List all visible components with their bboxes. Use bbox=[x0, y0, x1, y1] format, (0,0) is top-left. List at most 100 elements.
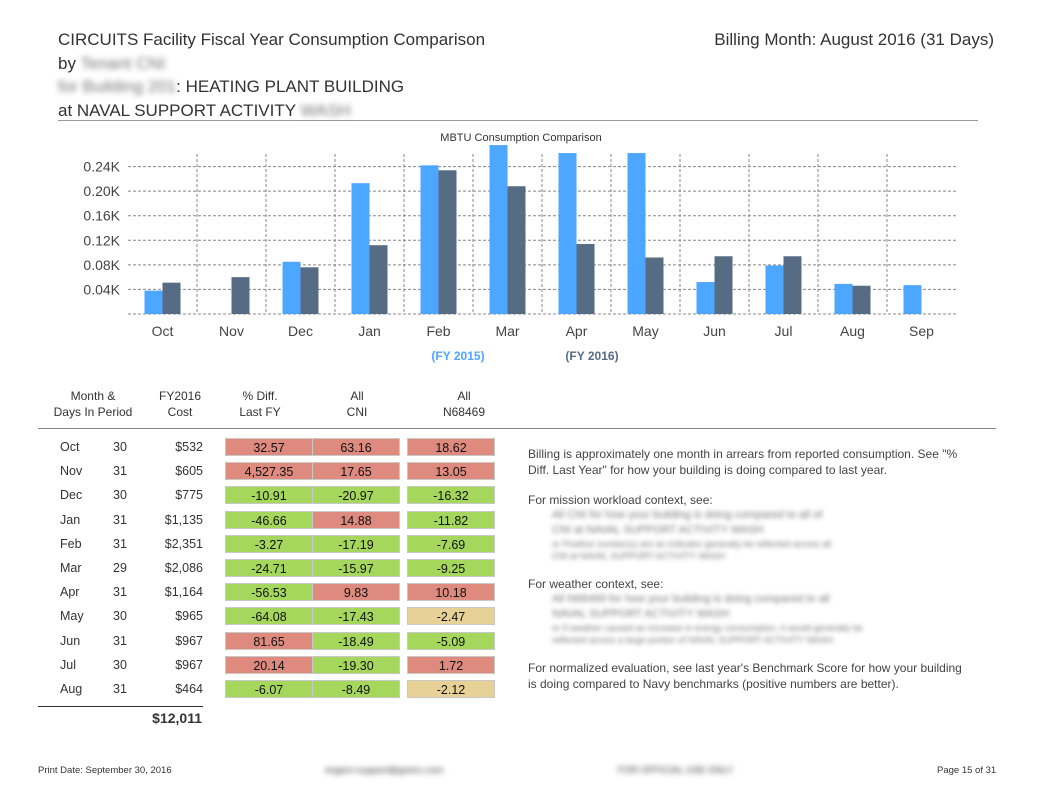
row-n68469-cell: -7.69 bbox=[407, 534, 495, 553]
bar-fy2015 bbox=[903, 285, 922, 314]
table-row: Mar 29 $2,086 -24.71 -15.97 -9.25 bbox=[38, 556, 508, 580]
row-cni-cell: -20.97 bbox=[312, 486, 400, 505]
column-header-n68469-line1: All bbox=[457, 389, 471, 403]
activity-code: WASH bbox=[300, 100, 351, 120]
activity-name: at NAVAL SUPPORT ACTIVITY bbox=[58, 100, 296, 120]
row-diff-cell: -24.71 bbox=[225, 558, 313, 577]
by-label: by bbox=[58, 53, 76, 73]
row-cni-cell: 14.88 bbox=[312, 510, 400, 529]
row-cost: $2,351 bbox=[164, 536, 203, 551]
row-days: 30 bbox=[113, 657, 127, 672]
bar-fy2015 bbox=[834, 283, 853, 314]
bar-fy2016 bbox=[231, 277, 250, 314]
x-tick-label: Dec bbox=[288, 323, 313, 339]
row-diff-cell: 4,527.35 bbox=[225, 462, 313, 481]
classification-marking: FOR OFFICIAL USE ONLY bbox=[618, 765, 734, 776]
row-diff-cell: -6.07 bbox=[225, 679, 313, 698]
bar-fy2016 bbox=[576, 243, 595, 314]
column-header-month-line1: Month & bbox=[70, 389, 116, 403]
x-tick-label: Nov bbox=[219, 323, 244, 339]
row-cost: $1,135 bbox=[164, 512, 203, 527]
column-header-cni: All CNI bbox=[322, 388, 392, 420]
bar-fy2015 bbox=[558, 153, 577, 314]
x-tick-label: Jun bbox=[703, 323, 726, 339]
row-cni-cell: 63.16 bbox=[312, 438, 400, 456]
column-header-cni-line1: All bbox=[350, 389, 364, 403]
support-email: esgem-support@gsimc.com bbox=[325, 765, 444, 776]
row-cost: $967 bbox=[175, 657, 203, 672]
x-tick-label: Mar bbox=[495, 323, 519, 339]
row-cost: $1,164 bbox=[164, 585, 203, 600]
y-tick-label: 0.24K bbox=[83, 159, 120, 175]
row-n68469-cell: -16.32 bbox=[407, 486, 495, 505]
x-tick-label: Sep bbox=[909, 323, 934, 339]
row-diff-cell: 32.57 bbox=[225, 438, 313, 456]
row-month: Nov bbox=[60, 464, 83, 479]
bar-fy2016 bbox=[645, 257, 664, 314]
row-cni-cell: -15.97 bbox=[312, 558, 400, 577]
bar-fy2016 bbox=[369, 245, 388, 314]
row-days: 31 bbox=[113, 633, 127, 648]
column-header-diff-line2: Last FY bbox=[239, 405, 281, 419]
y-tick-label: 0.04K bbox=[83, 281, 120, 297]
row-cni-cell: -17.43 bbox=[312, 607, 400, 626]
row-month: Jan bbox=[60, 512, 81, 527]
table-row: Jan 31 $1,135 -46.66 14.88 -11.82 bbox=[38, 508, 508, 532]
row-month: Apr bbox=[60, 585, 80, 600]
row-days: 31 bbox=[113, 585, 127, 600]
total-divider bbox=[38, 706, 203, 707]
row-n68469-cell: 10.18 bbox=[407, 583, 495, 602]
bar-fy2015 bbox=[420, 165, 439, 314]
x-tick-label: Apr bbox=[566, 323, 588, 339]
row-month: May bbox=[60, 609, 84, 624]
table-row: Aug 31 $464 -6.07 -8.49 -2.12 bbox=[38, 677, 508, 701]
row-cost: $775 bbox=[175, 488, 203, 503]
note-weather: For weather context, see: All N68469 for… bbox=[528, 576, 968, 646]
bar-fy2016 bbox=[783, 256, 802, 314]
column-header-n68469-line2: N68469 bbox=[442, 405, 486, 419]
table-row: Jun 31 $967 81.65 -18.49 -5.09 bbox=[38, 629, 508, 653]
note-billing: Billing is approximately one month in ar… bbox=[528, 447, 958, 477]
print-date: Print Date: September 30, 2016 bbox=[38, 765, 172, 776]
row-n68469-cell: -5.09 bbox=[407, 631, 495, 650]
row-days: 30 bbox=[113, 440, 127, 454]
column-header-diff: % Diff. Last FY bbox=[225, 388, 295, 420]
row-days: 30 bbox=[113, 488, 127, 503]
y-tick-label: 0.12K bbox=[83, 232, 120, 248]
bar-fy2016 bbox=[714, 256, 733, 314]
row-diff-cell: -46.66 bbox=[225, 510, 313, 529]
row-n68469-cell: 1.72 bbox=[407, 655, 495, 674]
note-normalized: For normalized evaluation, see last year… bbox=[528, 661, 962, 691]
note-weather-heading: For weather context, see: bbox=[528, 577, 664, 591]
note-weather-line4: reflected across a large portion of NAVA… bbox=[552, 635, 834, 645]
row-diff-cell: -64.08 bbox=[225, 607, 313, 626]
bar-fy2015 bbox=[765, 265, 784, 314]
row-month: Aug bbox=[60, 681, 83, 696]
comparison-table: Oct 30 $532 32.57 63.16 18.62 Nov 31 $605 4,527.3… bbox=[38, 435, 508, 701]
chart-title: MBTU Consumption Comparison bbox=[440, 132, 601, 144]
x-tick-label: Feb bbox=[426, 323, 450, 339]
note-mission-line2: CNI at NAVAL SUPPORT ACTIVITY WASH bbox=[552, 524, 764, 536]
consumption-chart-svg: MBTU Consumption Comparison 0.04K 0.08K 0.1… bbox=[83, 132, 956, 363]
bar-fy2016 bbox=[438, 170, 457, 314]
building-line: for Building 201: HEATING PLANT BUILDING bbox=[58, 75, 998, 99]
row-days: 31 bbox=[113, 681, 127, 696]
column-header-cost-line2: Cost bbox=[167, 405, 193, 419]
note-mission-line4: CNI at NAVAL SUPPORT ACTIVITY WASH bbox=[552, 551, 726, 561]
building-name: : HEATING PLANT BUILDING bbox=[176, 77, 405, 96]
note-mission-line1: All CNI for how your building is doing c… bbox=[552, 509, 823, 521]
page-number: Page 15 of 31 bbox=[937, 765, 997, 776]
note-mission: For mission workload context, see: All C… bbox=[528, 492, 968, 562]
table-row: Feb 31 $2,351 -3.27 -17.19 -7.69 bbox=[38, 532, 508, 556]
column-header-month: Month & Days In Period bbox=[48, 388, 138, 420]
row-cost: $965 bbox=[175, 609, 203, 624]
bar-fy2016 bbox=[852, 285, 871, 314]
row-cost: $464 bbox=[175, 681, 203, 696]
explanatory-notes: Billing is approximately one month in ar… bbox=[528, 446, 968, 706]
column-header-cni-line2: CNI bbox=[346, 405, 368, 419]
x-tick-label: May bbox=[632, 323, 658, 339]
row-diff-cell: -3.27 bbox=[225, 534, 313, 553]
tenant-line: by Tenant CNI bbox=[58, 52, 998, 76]
row-month: Mar bbox=[60, 560, 82, 575]
column-header-cost-line1: FY2016 bbox=[158, 389, 202, 403]
